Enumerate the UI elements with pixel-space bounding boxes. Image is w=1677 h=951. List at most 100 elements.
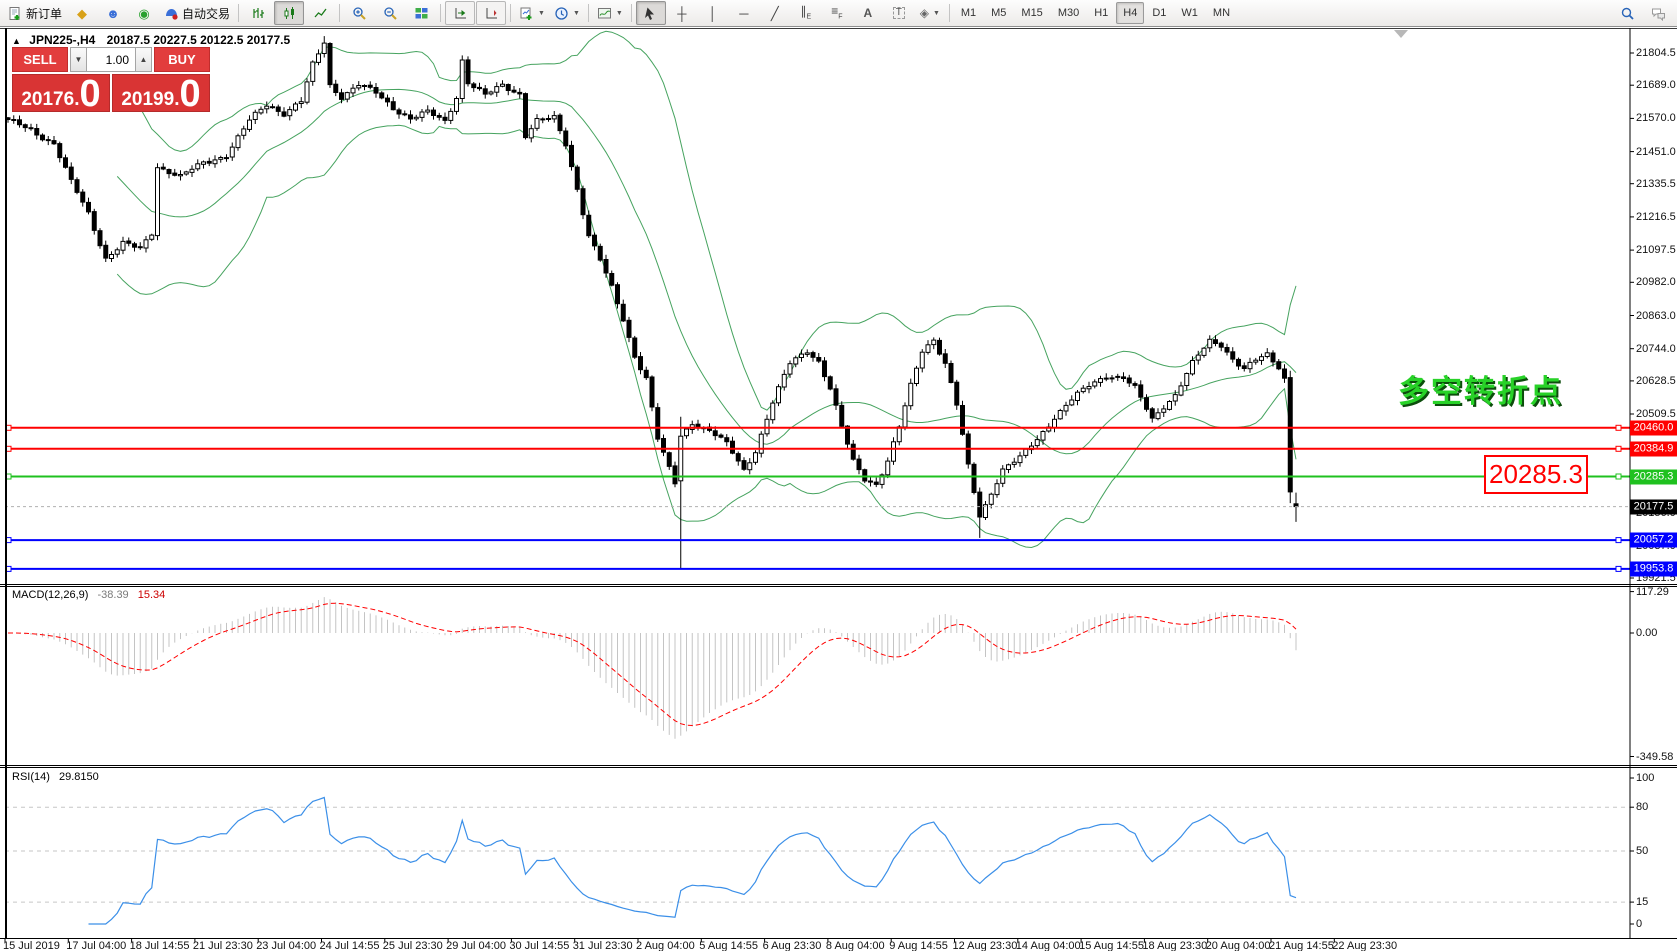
timeframe-button-m15[interactable]: M15 [1014,2,1049,24]
toolbar-separator [631,4,632,22]
candle-bearish [380,93,384,98]
candle-bearish [662,439,666,453]
line-anchor-handle[interactable] [1616,538,1621,543]
fibonacci-button[interactable]: ≡F [822,1,852,25]
candle-bearish [432,110,436,115]
zoom-in-button[interactable] [344,1,374,25]
period-selector-button[interactable]: ▼ [550,1,584,25]
timeframe-button-m30[interactable]: M30 [1051,2,1086,24]
buy-button[interactable]: BUY [154,47,210,72]
chat-button[interactable] [1643,1,1673,25]
sell-button[interactable]: SELL [12,47,68,72]
price-callout-box[interactable]: 20285.3 [1484,455,1588,494]
volume-input[interactable]: 1.00 [87,47,135,72]
quotes-button[interactable]: ◆ [67,1,97,25]
candle-bullish [305,82,309,102]
candle-bearish [1231,352,1235,359]
line-chart-button[interactable] [305,1,335,25]
chart-text-annotation[interactable]: 多空转折点 [1398,366,1563,411]
price-axis-tick-label: 21570.0 [1636,112,1676,124]
fibonacci-icon: ≡F [831,5,842,20]
autotrading-button[interactable]: 自动交易 [160,1,234,25]
timeframe-button-d1[interactable]: D1 [1145,2,1173,24]
candle-bearish [29,128,33,129]
signals-button[interactable]: ◉ [129,1,159,25]
chevron-down-icon: ▼ [616,10,623,17]
candle-bearish [1237,359,1241,366]
candle-bullish [903,406,907,427]
candle-bearish [12,120,16,121]
horizontal-line-icon: ─ [739,7,748,20]
volume-increase-icon[interactable]: ▲ [135,47,152,72]
timeframe-button-m1[interactable]: M1 [954,2,983,24]
vertical-line-button[interactable]: │ [698,1,728,25]
crosshair-button[interactable]: ┼ [667,1,697,25]
candle-bearish [1104,378,1108,379]
chart-shift-marker-icon[interactable] [1394,30,1408,38]
auto-scroll-button[interactable] [445,1,475,25]
chart-canvas[interactable] [0,0,1677,951]
volume-decrease-icon[interactable]: ▼ [70,47,87,72]
chart-shift-button[interactable] [476,1,506,25]
equidistant-channel-button[interactable]: ∥E [791,1,821,25]
candle-bearish [1219,343,1223,347]
candle-bearish [719,435,723,437]
new-chart-button[interactable]: ▼ [515,1,549,25]
arrows-button[interactable]: ◈▼ [915,1,945,25]
market-watch-button[interactable]: ☻ [98,1,128,25]
timeframe-button-h4[interactable]: H4 [1116,2,1144,24]
candle-bullish [219,158,223,160]
candle-bullish [1173,395,1177,401]
line-anchor-handle[interactable] [1616,474,1621,479]
candle-bearish [639,357,643,370]
horizontal-line-button[interactable]: ─ [729,1,759,25]
sell-price-button[interactable]: 20176.0 [12,74,110,112]
candle-bearish [742,461,746,470]
candle-bullish [892,442,896,461]
rsi-axis-tick-label: 100 [1636,772,1654,784]
trendline-icon: ╱ [771,7,779,20]
candle-bullish [915,368,919,383]
candle-chart-icon [282,6,297,21]
candle-bullish [265,106,269,109]
line-anchor-handle[interactable] [1616,446,1621,451]
candle-bearish [1127,378,1131,383]
time-axis-tick-label: 15 Jul 2019 [3,940,60,951]
tile-windows-button[interactable] [406,1,436,25]
timeframe-button-w1[interactable]: W1 [1174,2,1205,24]
candle-bullish [1076,392,1080,400]
collapse-trade-panel-icon[interactable]: ▲ [12,36,21,46]
trendline-button[interactable]: ╱ [760,1,790,25]
timeframe-button-h1[interactable]: H1 [1087,2,1115,24]
candle-bearish [282,112,286,116]
macd-axis-tick-label: 117.29 [1636,586,1669,598]
timeframe-button-mn[interactable]: MN [1206,2,1237,24]
search-button[interactable] [1612,1,1642,25]
candle-bearish [656,408,660,440]
candle-bullish [495,87,499,93]
sell-price-pip: 0 [79,79,100,109]
candle-bearish [161,167,165,169]
buy-price-button[interactable]: 20199.0 [112,74,210,112]
candle-bearish [1133,384,1137,386]
time-axis-tick-label: 2 Aug 04:00 [636,940,695,951]
timeframe-button-m5[interactable]: M5 [984,2,1013,24]
candle-bullish [1035,440,1039,446]
cursor-button[interactable] [636,1,666,25]
zoom-out-button[interactable] [375,1,405,25]
line-anchor-handle[interactable] [1616,566,1621,571]
candle-bearish [1225,348,1229,353]
line-anchor-handle[interactable] [1616,425,1621,430]
new-order-button[interactable]: 新订单 [4,1,66,25]
toolbar-separator [588,4,589,22]
text-button[interactable]: A [853,1,883,25]
bar-chart-button[interactable] [243,1,273,25]
candle-bullish [932,340,936,345]
templates-button[interactable]: ▼ [593,1,627,25]
text-label-button[interactable]: T [884,1,914,25]
candle-bearish [173,173,177,175]
candle-bearish [276,107,280,111]
candle-bullish [317,54,321,63]
candlestick-chart-button[interactable] [274,1,304,25]
candle-bullish [909,383,913,405]
